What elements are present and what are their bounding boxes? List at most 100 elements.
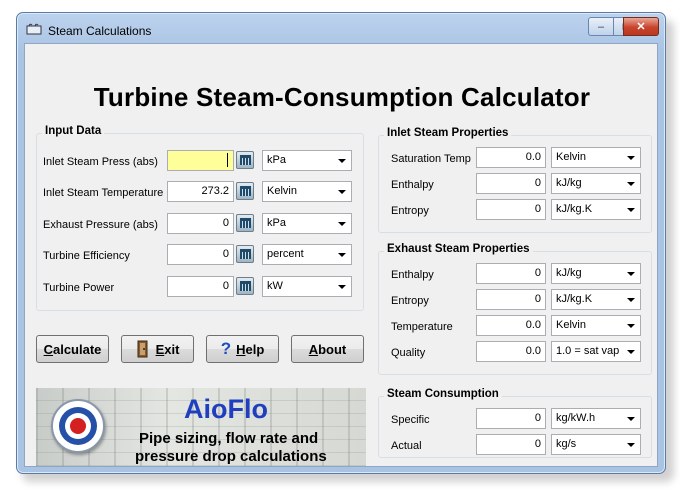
quality-label: Quality <box>391 347 426 359</box>
inlet-press-unit-select[interactable]: kPa <box>262 150 352 171</box>
chevron-down-icon <box>627 182 635 186</box>
app-window: Steam Calculations – □ ✕ Turbine Steam-C… <box>16 12 666 474</box>
specific-unit-select[interactable]: kg/kW.h <box>551 408 641 429</box>
inlet-properties-title: Inlet Steam Properties <box>384 127 512 139</box>
aioflo-banner[interactable]: AioFlo Pipe sizing, flow rate and pressu… <box>36 388 366 466</box>
calculate-button[interactable]: Calculate <box>36 335 109 363</box>
tagline-line1: Pipe sizing, flow rate and <box>139 430 319 447</box>
select-value: kPa <box>267 217 286 229</box>
client-area: Turbine Steam-Consumption Calculator Inp… <box>24 43 658 467</box>
exhaust-temp-field[interactable]: 0.0 <box>476 315 546 336</box>
inlet-entropy-label: Entropy <box>391 205 429 217</box>
steam-app-icon <box>26 23 42 35</box>
inlet-entropy-field[interactable]: 0 <box>476 199 546 220</box>
brand-name: AioFlo <box>184 394 268 424</box>
quality-unit-select[interactable]: 1.0 = sat vap <box>551 341 641 362</box>
calculator-icon[interactable] <box>236 245 254 263</box>
calculator-icon[interactable] <box>236 182 254 200</box>
minimize-button[interactable]: – <box>588 17 614 36</box>
chevron-down-icon <box>338 285 346 289</box>
help-button[interactable]: ? Help <box>206 335 279 363</box>
chevron-down-icon <box>627 272 635 276</box>
select-value: kg/kW.h <box>556 412 596 424</box>
actual-label: Actual <box>391 440 422 452</box>
exit-button[interactable]: Exit <box>121 335 194 363</box>
chevron-down-icon <box>338 222 346 226</box>
exhaust-temp-unit-select[interactable]: Kelvin <box>551 315 641 336</box>
exhaust-press-label: Exhaust Pressure (abs) <box>43 219 158 231</box>
chevron-down-icon <box>338 253 346 257</box>
turbine-efficiency-unit-select[interactable]: percent <box>262 244 352 265</box>
steam-consumption-title: Steam Consumption <box>384 388 502 400</box>
chevron-down-icon <box>627 298 635 302</box>
sat-temp-label: Saturation Temp <box>391 153 471 165</box>
select-value: 1.0 = sat vap <box>556 345 620 357</box>
chevron-down-icon <box>627 350 635 354</box>
turbine-efficiency-label: Turbine Efficiency <box>43 250 130 262</box>
chevron-down-icon <box>338 159 346 163</box>
select-value: kJ/kg <box>556 177 582 189</box>
calculator-icon[interactable] <box>236 151 254 169</box>
turbine-power-label: Turbine Power <box>43 282 115 294</box>
turbine-power-field[interactable]: 0 <box>167 276 234 297</box>
chevron-down-icon <box>627 324 635 328</box>
inlet-press-caret <box>227 153 228 167</box>
title-bar[interactable]: Steam Calculations – □ ✕ <box>17 13 665 43</box>
sat-temp-field[interactable]: 0.0 <box>476 147 546 168</box>
chevron-down-icon <box>627 417 635 421</box>
actual-unit-select[interactable]: kg/s <box>551 434 641 455</box>
exit-door-icon <box>137 340 148 358</box>
select-value: kPa <box>267 154 286 166</box>
close-button[interactable]: ✕ <box>623 17 659 36</box>
chevron-down-icon <box>627 443 635 447</box>
select-value: kW <box>267 280 283 292</box>
chevron-down-icon <box>627 156 635 160</box>
tagline-line2: pressure drop calculations <box>135 448 327 465</box>
actual-field[interactable]: 0 <box>476 434 546 455</box>
quality-field[interactable]: 0.0 <box>476 341 546 362</box>
select-value: Kelvin <box>556 319 586 331</box>
inlet-enthalpy-unit-select[interactable]: kJ/kg <box>551 173 641 194</box>
inlet-press-label: Inlet Steam Press (abs) <box>43 156 158 168</box>
select-value: Kelvin <box>267 185 297 197</box>
input-data-title: Input Data <box>42 125 105 137</box>
chevron-down-icon <box>627 208 635 212</box>
exhaust-enthalpy-label: Enthalpy <box>391 269 434 281</box>
exhaust-temp-label: Temperature <box>391 321 453 333</box>
calculator-icon[interactable] <box>236 214 254 232</box>
calculator-icon[interactable] <box>236 277 254 295</box>
inlet-entropy-unit-select[interactable]: kJ/kg.K <box>551 199 641 220</box>
select-value: kg/s <box>556 438 577 450</box>
minimize-icon: – <box>597 20 605 33</box>
exhaust-entropy-label: Entropy <box>391 295 429 307</box>
turbine-power-unit-select[interactable]: kW <box>262 276 352 297</box>
inlet-enthalpy-field[interactable]: 0 <box>476 173 546 194</box>
select-value: kJ/kg.K <box>556 203 593 215</box>
turbine-efficiency-field[interactable]: 0 <box>167 244 234 265</box>
inlet-press-field[interactable] <box>167 150 234 171</box>
exhaust-entropy-unit-select[interactable]: kJ/kg.K <box>551 289 641 310</box>
chevron-down-icon <box>338 190 346 194</box>
exhaust-press-unit-select[interactable]: kPa <box>262 213 352 234</box>
specific-field[interactable]: 0 <box>476 408 546 429</box>
page-title: Turbine Steam-Consumption Calculator <box>93 82 591 112</box>
select-value: kJ/kg.K <box>556 293 593 305</box>
about-button[interactable]: About <box>291 335 364 363</box>
inlet-temp-field[interactable]: 273.2 <box>167 181 234 202</box>
exhaust-properties-title: Exhaust Steam Properties <box>384 243 533 255</box>
inlet-enthalpy-label: Enthalpy <box>391 179 434 191</box>
sat-temp-unit-select[interactable]: Kelvin <box>551 147 641 168</box>
window-title: Steam Calculations <box>48 24 152 38</box>
specific-label: Specific <box>391 414 430 426</box>
inlet-temp-unit-select[interactable]: Kelvin <box>262 181 352 202</box>
inlet-temp-label: Inlet Steam Temperature <box>43 187 164 199</box>
exhaust-entropy-field[interactable]: 0 <box>476 289 546 310</box>
exhaust-enthalpy-unit-select[interactable]: kJ/kg <box>551 263 641 284</box>
exhaust-enthalpy-field[interactable]: 0 <box>476 263 546 284</box>
select-value: percent <box>267 248 304 260</box>
exhaust-press-field[interactable]: 0 <box>167 213 234 234</box>
close-icon: ✕ <box>636 21 646 33</box>
select-value: kJ/kg <box>556 267 582 279</box>
select-value: Kelvin <box>556 151 586 163</box>
help-question-icon: ? <box>220 339 232 358</box>
